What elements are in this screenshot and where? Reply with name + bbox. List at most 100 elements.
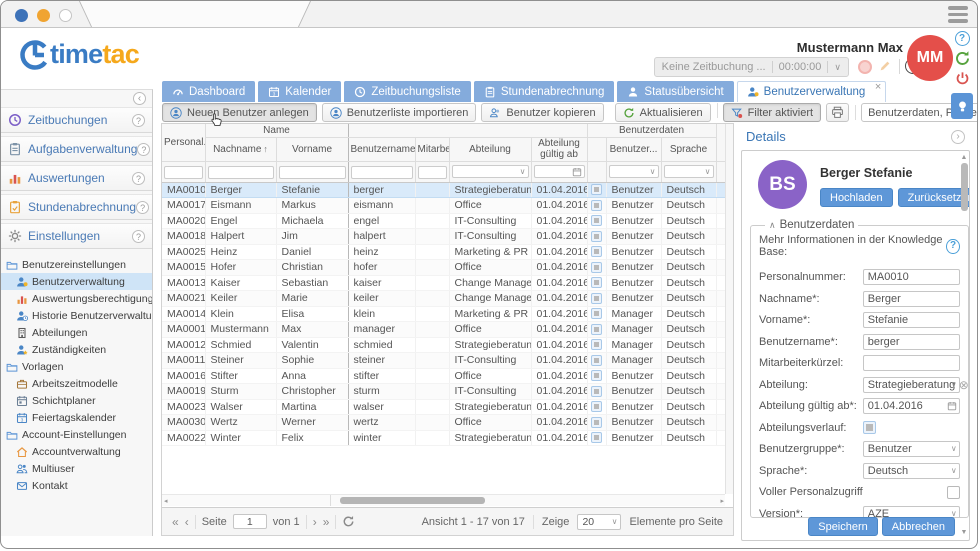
table-row[interactable]: MA0001MustermannMaxmanagerOffice01.04.20… (162, 322, 727, 338)
scroll-left-icon[interactable] (164, 497, 168, 505)
scroll-up-icon[interactable] (961, 154, 968, 161)
benutzer-kopieren-button[interactable]: Benutzer kopieren (481, 103, 603, 122)
vorname-input[interactable] (863, 312, 960, 328)
benutzerliste-importieren-button[interactable]: Benutzerliste importieren (322, 103, 477, 122)
tab-benutzerverwaltung[interactable]: Benutzerverwaltung (737, 81, 887, 102)
power-icon[interactable] (955, 71, 970, 86)
table-row[interactable]: MA0015HoferChristianhoferOffice01.04.201… (162, 260, 727, 276)
window-control-icon[interactable] (59, 9, 72, 22)
filter-input[interactable] (208, 166, 274, 179)
row-history-button[interactable] (591, 417, 602, 428)
table-row[interactable]: MA0011SteinerSophiesteinerIT-Consulting0… (162, 353, 727, 369)
sidebar-item-account-einstellungen[interactable]: Account-Einstellungen (1, 426, 152, 443)
table-row[interactable]: MA0025HeinzDanielheinzMarketing & PR01.0… (162, 244, 727, 260)
row-history-button[interactable] (591, 184, 602, 195)
first-page-icon[interactable] (172, 515, 179, 529)
stop-tracking-icon[interactable] (858, 60, 872, 74)
vertical-scrollbar[interactable] (725, 124, 733, 494)
abteilung-gültig-ab-date-input[interactable]: 01.04.2016 (863, 398, 960, 414)
sidebar-section-aufgabenverwaltung[interactable]: Aufgabenverwaltung (1, 136, 152, 162)
table-row[interactable]: MA0022WinterFelixwinterStrategieberatung… (162, 430, 727, 446)
print-button[interactable] (826, 103, 849, 122)
details-scrollbar[interactable] (960, 154, 968, 514)
filter-input[interactable] (418, 166, 447, 179)
horizontal-scrollbar[interactable] (162, 494, 725, 506)
personalnummer-input[interactable] (863, 269, 960, 285)
sidebar-item-arbeitszeitmodelle[interactable]: Arbeitszeitmodelle (1, 375, 152, 392)
help-icon[interactable] (137, 143, 150, 156)
menu-icon[interactable] (948, 6, 968, 26)
col-header-vorname[interactable]: Vorname (276, 137, 348, 161)
row-history-button[interactable] (591, 324, 602, 335)
sidebar-item-feiertagskalender[interactable]: 3Feiertagskalender (1, 409, 152, 426)
upload-button[interactable]: Hochladen (820, 188, 893, 207)
filter-button[interactable]: Filter aktiviert (723, 103, 821, 122)
idea-tile[interactable] (951, 93, 973, 119)
abteilung-select[interactable]: Strategieberatung (863, 377, 960, 393)
sidebar-item-historie-benutzerverwaltung[interactable]: Historie Benutzerverwaltung (1, 307, 152, 324)
filter-input[interactable] (279, 166, 346, 179)
window-control-icon[interactable] (37, 9, 50, 22)
table-row[interactable]: MA0013KaiserSebastiankaiserChange Manage… (162, 275, 727, 291)
row-history-button[interactable] (591, 277, 602, 288)
window-control-icon[interactable] (15, 9, 28, 22)
table-row[interactable]: MA0023WalserMartinawalserStrategieberatu… (162, 399, 727, 415)
table-row[interactable]: MA0012SchmiedValentinschmiedStrategieber… (162, 337, 727, 353)
filter-input[interactable] (164, 166, 203, 179)
collapse-fieldset-icon[interactable] (769, 220, 776, 231)
time-tracking-selector[interactable]: Keine Zeitbuchung ... 00:00:00 (654, 57, 849, 77)
tab-kalender[interactable]: 3Kalender (258, 81, 341, 102)
nachname-input[interactable] (863, 291, 960, 307)
help-bubble-icon[interactable] (946, 239, 959, 254)
benutzername-input[interactable] (863, 334, 960, 350)
scrollbar-thumb[interactable] (961, 163, 968, 211)
prev-page-icon[interactable] (185, 515, 189, 529)
page-size-dropdown[interactable]: 20 (577, 514, 621, 530)
filter-date[interactable] (534, 165, 585, 178)
collapse-details-icon[interactable] (951, 130, 965, 144)
table-row[interactable]: MA0018HalpertJimhalpertIT-Consulting01.0… (162, 229, 727, 245)
avatar[interactable]: MM (907, 35, 953, 81)
filter-select[interactable] (609, 165, 659, 178)
table-row[interactable]: MA0010BergerStefaniebergerStrategieberat… (162, 182, 727, 198)
refresh-button[interactable]: Aktualisieren (615, 103, 711, 122)
sidebar-item-multiuser[interactable]: Multiuser (1, 460, 152, 477)
row-history-button[interactable] (591, 200, 602, 211)
tab-statusübersicht[interactable]: Statusübersicht (617, 81, 733, 102)
sprache-select[interactable]: Deutsch (863, 463, 960, 479)
filter-select[interactable] (452, 165, 529, 178)
sidebar-section-zeitbuchungen[interactable]: Zeitbuchungen (1, 107, 152, 133)
scrollbar-thumb[interactable] (340, 497, 485, 504)
tab-zeitbuchungsliste[interactable]: Zeitbuchungsliste (344, 81, 471, 102)
refresh-icon[interactable] (342, 515, 355, 528)
sidebar-item-benutzereinstellungen[interactable]: Benutzereinstellungen (1, 256, 152, 273)
filter-select[interactable] (664, 165, 714, 178)
sidebar-item-schichtplaner[interactable]: Schichtplaner (1, 392, 152, 409)
help-icon[interactable] (955, 31, 970, 46)
benutzergruppe-select[interactable]: Benutzer (863, 441, 960, 457)
help-icon[interactable] (132, 172, 145, 185)
row-history-button[interactable] (591, 370, 602, 381)
row-history-button[interactable] (591, 339, 602, 350)
voller-personalzugriff-checkbox[interactable] (947, 486, 960, 499)
tab-stundenabrechnung[interactable]: Stundenabrechnung (474, 81, 615, 102)
row-history-button[interactable] (591, 308, 602, 319)
save-button[interactable]: Speichern (808, 517, 878, 536)
table-row[interactable]: MA0014KleinElisakleinMarketing & PR01.04… (162, 306, 727, 322)
row-history-button[interactable] (591, 386, 602, 397)
sidebar-section-stundenabrechnung[interactable]: Stundenabrechnung (1, 194, 152, 220)
mitarbeiterkürzel-input[interactable] (863, 355, 960, 371)
last-page-icon[interactable] (323, 515, 330, 529)
sidebar-item-zuständigkeiten[interactable]: Zuständigkeiten (1, 341, 152, 358)
col-header-gruppe[interactable]: Benutzer... (606, 137, 661, 161)
table-row[interactable]: MA0021KeilerMariekeilerChange Management… (162, 291, 727, 307)
row-history-button[interactable] (591, 231, 602, 242)
row-history-button[interactable] (591, 355, 602, 366)
scroll-down-icon[interactable] (960, 529, 968, 536)
col-header-gueltig[interactable]: Abteilung gültig ab (531, 137, 587, 161)
table-row[interactable]: MA0016StifterAnnastifterOffice01.04.2016… (162, 368, 727, 384)
sidebar-section-auswertungen[interactable]: Auswertungen (1, 165, 152, 191)
row-history-button[interactable] (591, 246, 602, 257)
col-header-mitarbeiter[interactable]: Mitarbe... (415, 137, 449, 161)
filter-input[interactable] (351, 166, 413, 179)
